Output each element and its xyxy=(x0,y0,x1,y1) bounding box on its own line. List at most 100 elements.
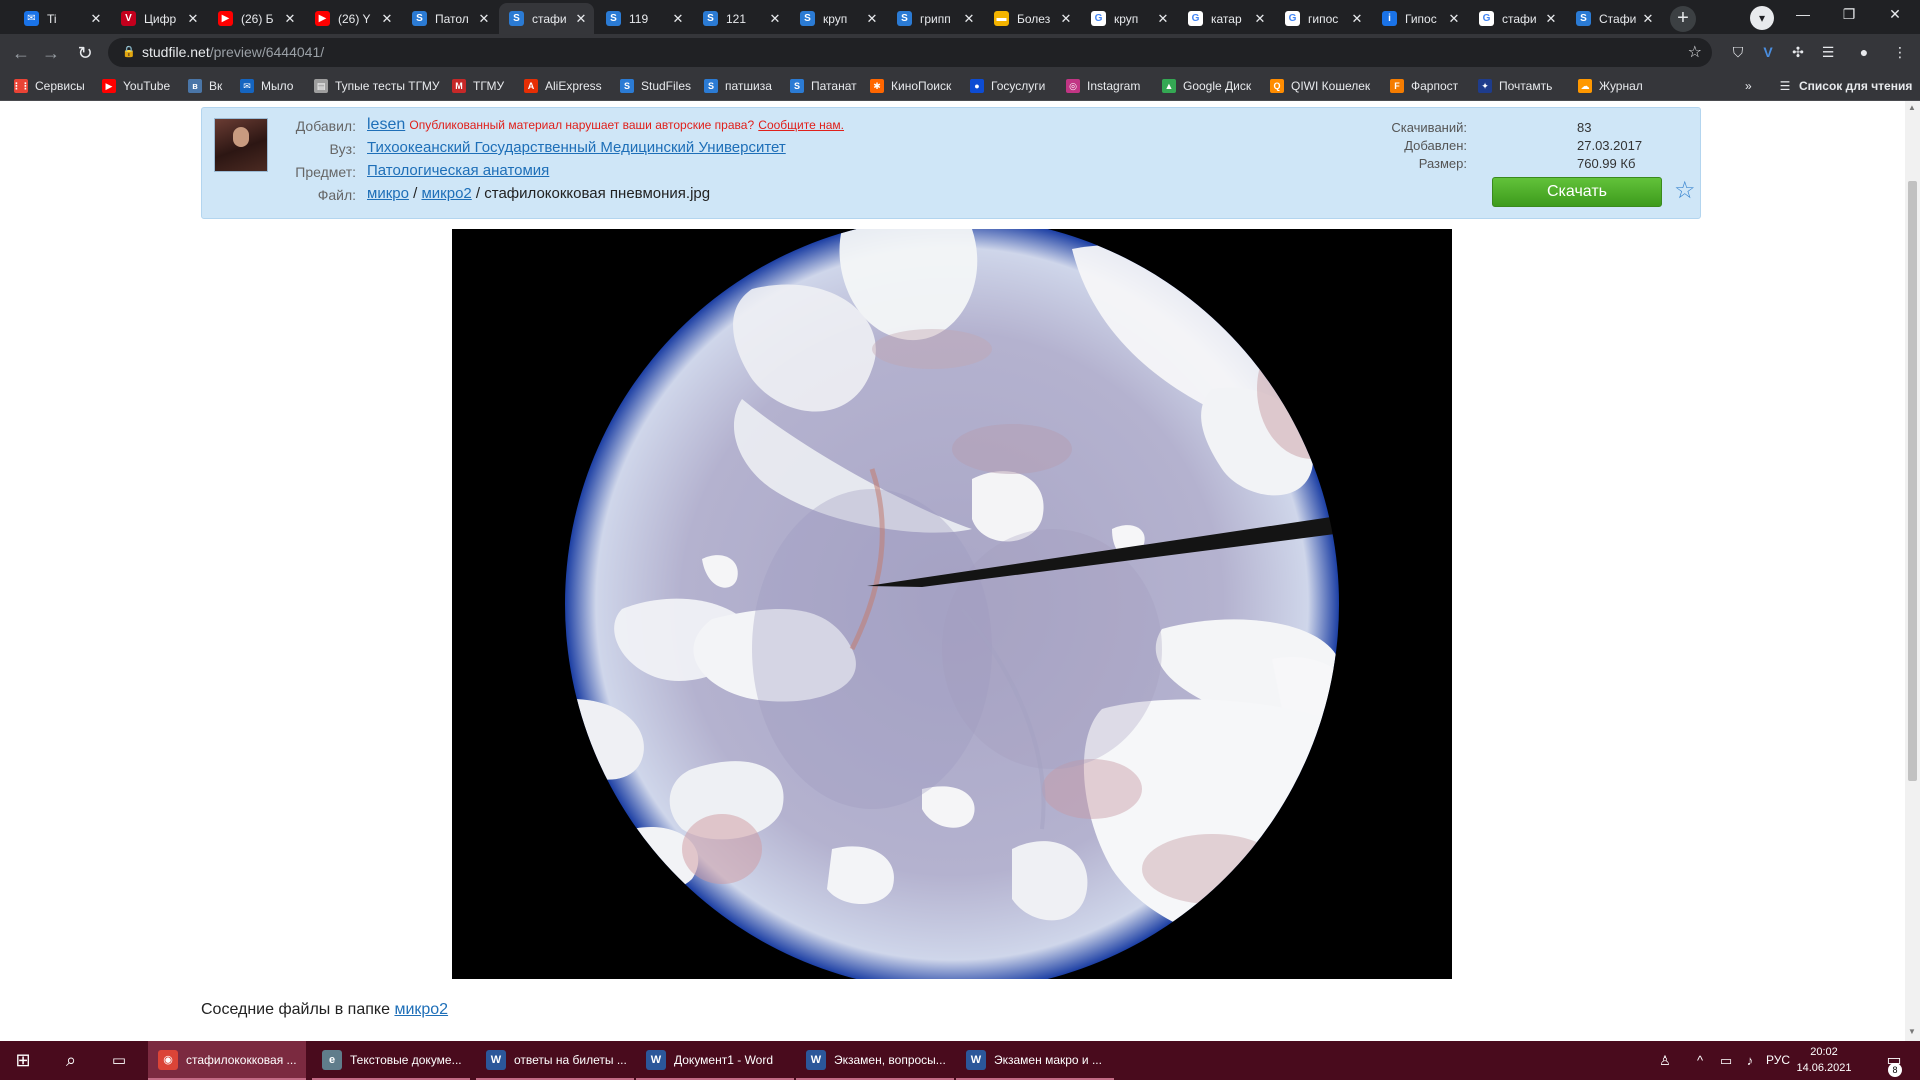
reading-mode-icon[interactable]: ☰ xyxy=(1816,40,1840,64)
folder-link-mikro2[interactable]: микро2 xyxy=(421,185,471,202)
neighbor-folder-link[interactable]: микро2 xyxy=(394,1001,448,1018)
folder-link-mikro[interactable]: микро xyxy=(367,185,409,202)
bookmark-5[interactable]: M ТГМУ xyxy=(452,71,504,101)
lock-icon[interactable]: 🔒 xyxy=(122,38,136,67)
subject-link[interactable]: Патологическая анатомия xyxy=(367,162,549,179)
address-bar[interactable]: 🔒 studfile.net/preview/6444041/ ☆ xyxy=(108,38,1712,67)
search-icon[interactable]: ⌕ xyxy=(48,1041,94,1080)
tab-13[interactable]: Gгипос ✕ xyxy=(1275,3,1370,34)
bookmark-11[interactable]: ● Госуслуги xyxy=(970,71,1045,101)
bookmark-star-icon[interactable]: ☆ xyxy=(1688,38,1702,67)
bookmark-10[interactable]: ✱ КиноПоиск xyxy=(870,71,951,101)
tab-8[interactable]: Sкруп ✕ xyxy=(790,3,885,34)
bookmark-6[interactable]: A AliExpress xyxy=(524,71,602,101)
more-bookmarks-button[interactable]: » xyxy=(1745,71,1752,101)
tab-12[interactable]: Gкатар ✕ xyxy=(1178,3,1273,34)
bookmark-8[interactable]: Sпатшиза xyxy=(704,71,772,101)
report-link[interactable]: Сообщите нам. xyxy=(758,118,844,132)
tab-close-icon[interactable]: ✕ xyxy=(768,11,782,26)
tab-close-icon[interactable]: ✕ xyxy=(865,11,879,26)
tab-close-icon[interactable]: ✕ xyxy=(1641,11,1655,26)
taskbar-app-0[interactable]: ◉ стафилококковая ... xyxy=(148,1041,306,1080)
vpn-extension-icon[interactable]: V xyxy=(1756,40,1780,64)
tab-11[interactable]: Gкруп ✕ xyxy=(1081,3,1176,34)
bookmark-0[interactable]: ⋮⋮ Сервисы xyxy=(12,71,85,101)
bookmark-7[interactable]: S StudFiles xyxy=(620,71,691,101)
back-icon[interactable]: ← xyxy=(8,40,34,66)
favorite-star-icon[interactable]: ☆ xyxy=(1674,178,1696,204)
bookmark-17[interactable]: ☁ Журнал xyxy=(1578,71,1643,101)
tab-10[interactable]: ▬ Болез ✕ xyxy=(984,3,1079,34)
reading-list-button[interactable]: ☰ Список для чтения xyxy=(1778,71,1913,101)
tab-14[interactable]: i Гипос ✕ xyxy=(1372,3,1467,34)
menu-icon[interactable]: ⋮ xyxy=(1888,40,1912,64)
tab-close-icon[interactable]: ✕ xyxy=(1544,11,1558,26)
bookmark-1[interactable]: ▶ YouTube xyxy=(102,71,170,101)
bookmark-3[interactable]: ✉ Мыло xyxy=(240,71,293,101)
taskbar-app-1[interactable]: e Текстовые докуме... xyxy=(312,1041,470,1080)
tab-close-icon[interactable]: ✕ xyxy=(186,11,200,26)
bookmark-9[interactable]: S Патанат xyxy=(790,71,857,101)
taskbar-app-5[interactable]: W Экзамен макро и ... xyxy=(956,1041,1114,1080)
bookmark-4[interactable]: ▤ Тупые тесты ТГМУ xyxy=(314,71,439,101)
tab-0[interactable]: ✉ Ti ✕ xyxy=(14,3,109,34)
tab-9[interactable]: Sгрипп ✕ xyxy=(887,3,982,34)
bookmark-2[interactable]: в Вк xyxy=(188,71,222,101)
tab-close-icon[interactable]: ✕ xyxy=(1156,11,1170,26)
download-button[interactable]: Скачать xyxy=(1492,177,1662,207)
tab-7[interactable]: S 121 ✕ xyxy=(693,3,788,34)
task-view-icon[interactable]: ▭ xyxy=(96,1041,142,1080)
bookmark-14[interactable]: Q QIWI Кошелек xyxy=(1270,71,1370,101)
language-indicator[interactable]: РУС xyxy=(1762,1041,1794,1080)
tab-close-icon[interactable]: ✕ xyxy=(283,11,297,26)
tab-5[interactable]: Sстафи ✕ xyxy=(499,3,594,34)
tab-close-icon[interactable]: ✕ xyxy=(1447,11,1461,26)
tab-close-icon[interactable]: ✕ xyxy=(1059,11,1073,26)
taskbar-app-2[interactable]: Wответы на билеты ... xyxy=(476,1041,634,1080)
volume-icon[interactable]: ♪ xyxy=(1738,1041,1762,1080)
bookmark-12[interactable]: ◎ Instagram xyxy=(1066,71,1140,101)
tab-close-icon[interactable]: ✕ xyxy=(477,11,491,26)
tab-15[interactable]: Gстафи ✕ xyxy=(1469,3,1564,34)
taskbar-app-3[interactable]: W Документ1 - Word xyxy=(636,1041,794,1080)
new-tab-button[interactable]: + xyxy=(1670,6,1696,32)
tab-close-icon[interactable]: ✕ xyxy=(1253,11,1267,26)
minimize-icon[interactable]: — xyxy=(1780,0,1826,30)
tab-close-icon[interactable]: ✕ xyxy=(1350,11,1364,26)
close-window-icon[interactable]: ✕ xyxy=(1872,0,1918,30)
windows-start-icon[interactable]: ⊞ xyxy=(0,1041,46,1080)
tab-close-icon[interactable]: ✕ xyxy=(89,11,103,26)
tab-close-icon[interactable]: ✕ xyxy=(962,11,976,26)
extensions-icon[interactable]: ✣ xyxy=(1786,40,1810,64)
shield-icon[interactable]: ⛉ xyxy=(1726,40,1750,64)
bookmark-13[interactable]: ▲ Google Диск xyxy=(1162,71,1251,101)
scroll-up-icon[interactable]: ▲ xyxy=(1908,103,1916,112)
reload-icon[interactable]: ↻ xyxy=(72,40,98,66)
clock[interactable]: 20:02 14.06.2021 xyxy=(1794,1044,1854,1076)
tab-close-icon[interactable]: ✕ xyxy=(380,11,394,26)
network-icon[interactable]: ▭ xyxy=(1714,1041,1738,1080)
tab-3[interactable]: ▶ (26) Y ✕ xyxy=(305,3,400,34)
tab-16[interactable]: S Стафи ✕ xyxy=(1566,3,1661,34)
bookmark-16[interactable]: ✦ Почтамть xyxy=(1478,71,1552,101)
author-link[interactable]: lesen xyxy=(367,116,405,133)
forward-icon[interactable]: → xyxy=(38,40,64,66)
tab-close-icon[interactable]: ✕ xyxy=(574,11,588,26)
taskbar-app-4[interactable]: W Экзамен, вопросы... xyxy=(796,1041,954,1080)
tab-1[interactable]: V Цифр ✕ xyxy=(111,3,206,34)
page-scrollbar[interactable]: ▲ ▼ xyxy=(1905,101,1920,1041)
tab-2[interactable]: ▶ (26) Б ✕ xyxy=(208,3,303,34)
scroll-down-icon[interactable]: ▼ xyxy=(1908,1027,1916,1036)
profile-icon[interactable]: ● xyxy=(1852,40,1876,64)
tab-search-icon[interactable]: ▾ xyxy=(1750,6,1774,30)
tab-4[interactable]: S Патол ✕ xyxy=(402,3,497,34)
restore-icon[interactable]: ❐ xyxy=(1826,0,1872,30)
scrollbar-thumb[interactable] xyxy=(1908,181,1917,781)
show-hidden-icons[interactable]: ^ xyxy=(1688,1041,1712,1080)
bookmark-15[interactable]: F Фарпост xyxy=(1390,71,1458,101)
user-tray-icon[interactable]: ♙ xyxy=(1650,1041,1680,1080)
clock-time: 20:02 xyxy=(1810,1046,1838,1058)
tab-close-icon[interactable]: ✕ xyxy=(671,11,685,26)
tab-6[interactable]: S 119 ✕ xyxy=(596,3,691,34)
university-link[interactable]: Тихоокеанский Государственный Медицински… xyxy=(367,139,786,156)
